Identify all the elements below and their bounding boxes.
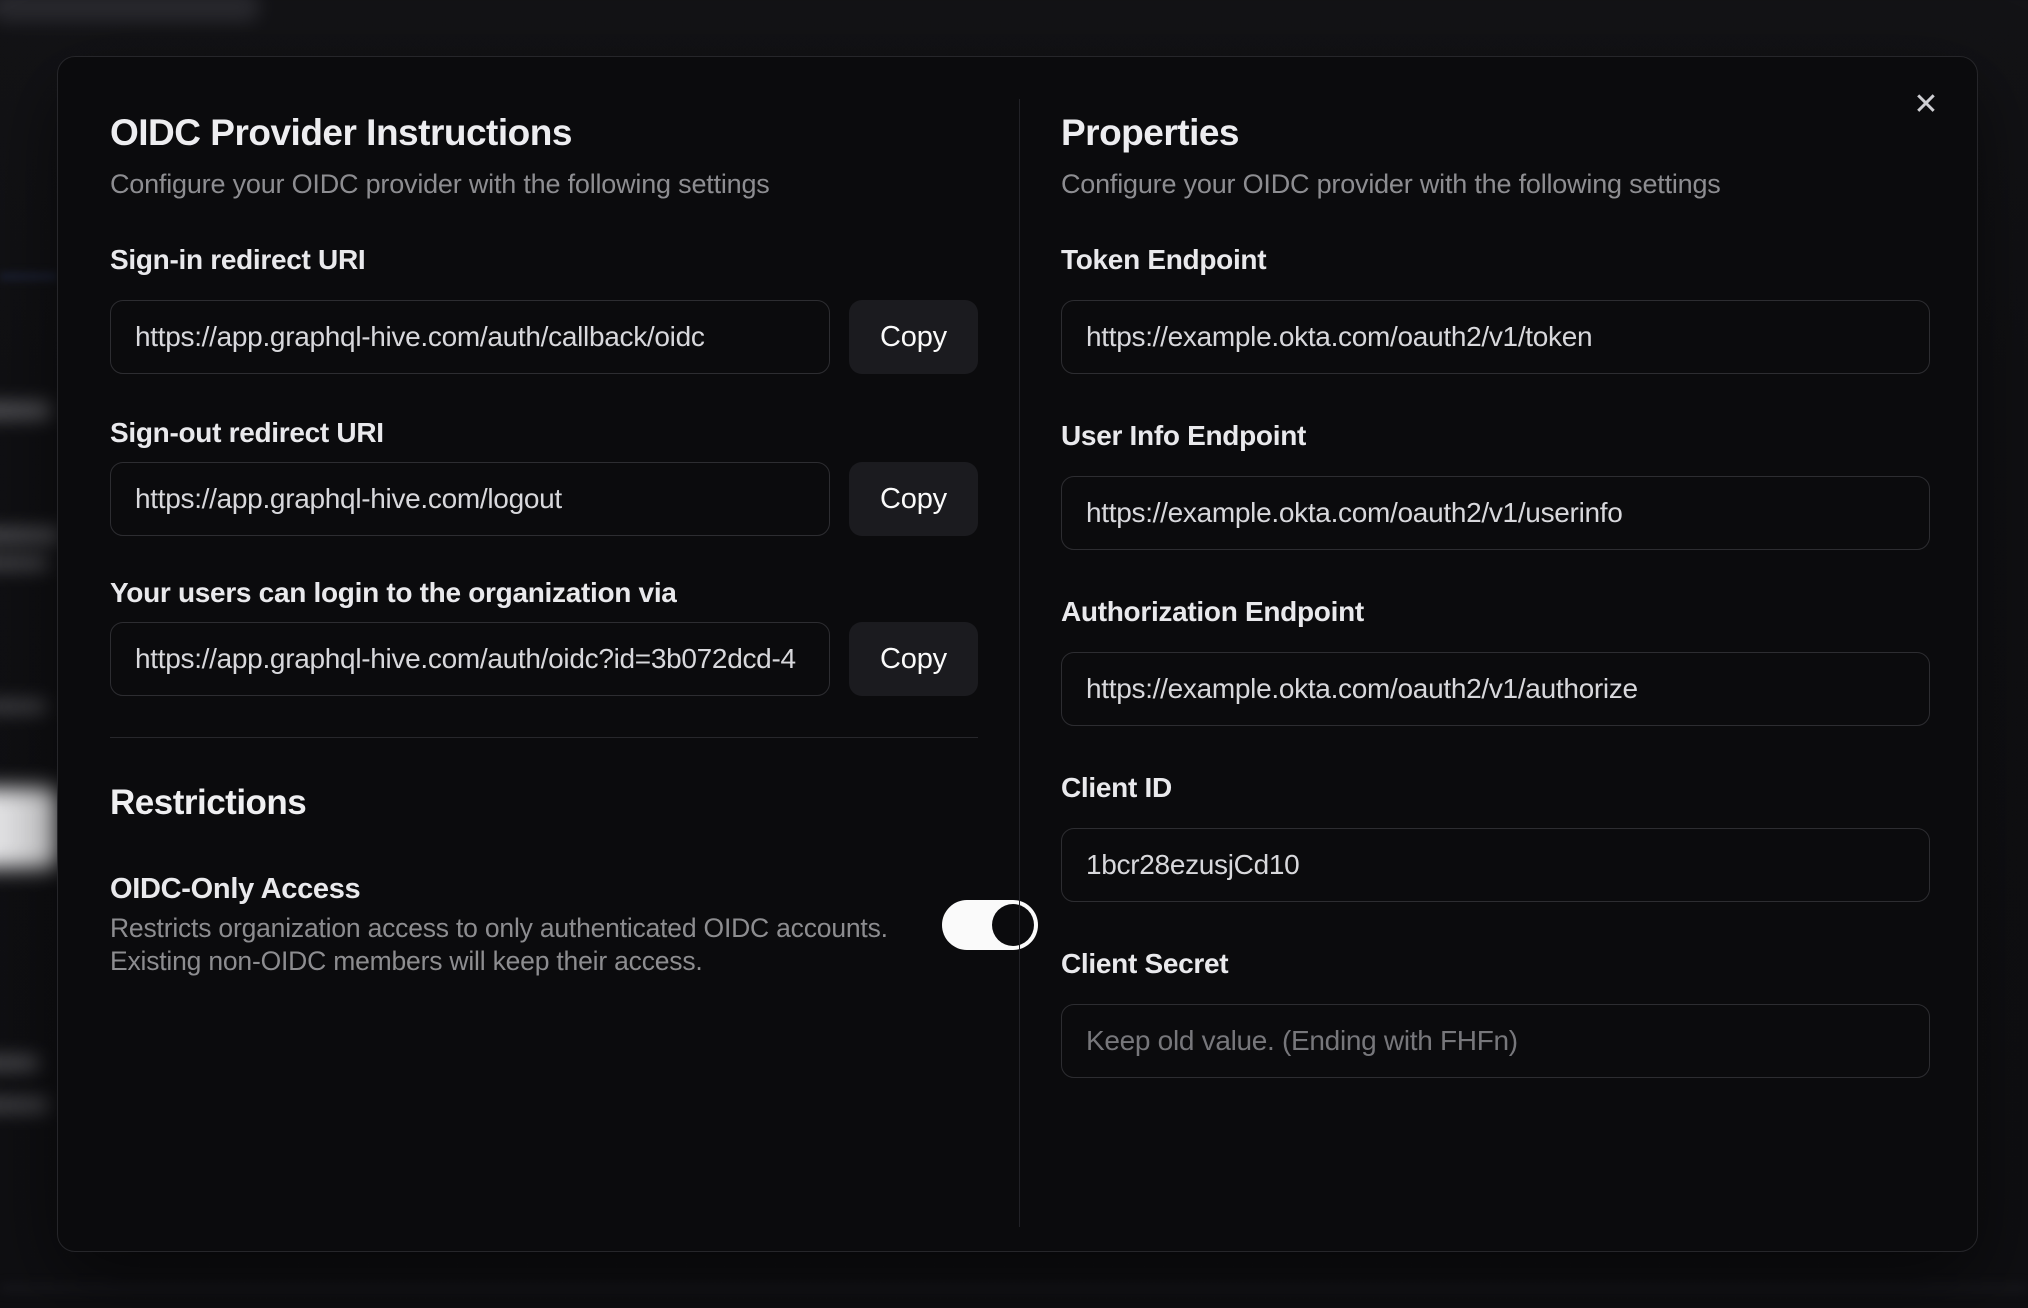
- oidc-only-access-description: Restricts organization access to only au…: [110, 913, 888, 943]
- authorization-endpoint-label: Authorization Endpoint: [1061, 596, 1364, 627]
- properties-subtitle: Configure your OIDC provider with the fo…: [1061, 169, 1721, 199]
- properties-title: Properties: [1061, 112, 1240, 153]
- client-secret-input[interactable]: [1061, 1004, 1930, 1078]
- backdrop-blur-fragment: [0, 1098, 48, 1112]
- copy-sign-in-uri-button[interactable]: Copy: [849, 300, 978, 374]
- user-info-endpoint-label: User Info Endpoint: [1061, 420, 1307, 451]
- token-endpoint-input[interactable]: [1061, 300, 1930, 374]
- section-divider: [110, 737, 978, 738]
- backdrop-blur-fragment: [0, 0, 260, 22]
- copy-org-login-url-button[interactable]: Copy: [849, 622, 978, 696]
- backdrop-blur-fragment: [0, 1056, 38, 1070]
- backdrop-blur-fragment: [0, 700, 46, 713]
- sign-out-redirect-uri-label: Sign-out redirect URI: [110, 417, 384, 448]
- copy-sign-out-uri-button[interactable]: Copy: [849, 462, 978, 536]
- token-endpoint-label: Token Endpoint: [1061, 244, 1267, 275]
- org-login-url-label: Your users can login to the organization…: [110, 577, 677, 608]
- user-info-endpoint-input[interactable]: [1061, 476, 1930, 550]
- client-id-input[interactable]: [1061, 828, 1930, 902]
- backdrop-blur-button-fragment: [0, 788, 58, 868]
- restrictions-title: Restrictions: [110, 783, 307, 822]
- instructions-title: OIDC Provider Instructions: [110, 112, 572, 153]
- client-id-label: Client ID: [1061, 772, 1172, 803]
- instructions-subtitle: Configure your OIDC provider with the fo…: [110, 169, 770, 199]
- backdrop-blur-fragment: [0, 272, 57, 281]
- toggle-knob: [992, 904, 1034, 946]
- sign-in-redirect-uri-label: Sign-in redirect URI: [110, 244, 366, 275]
- oidc-only-access-toggle[interactable]: [942, 900, 1038, 950]
- backdrop-blur-fragment: [0, 528, 60, 543]
- oidc-only-access-label: OIDC-Only Access: [110, 873, 361, 905]
- oidc-provider-dialog: ✕ OIDC Provider Instructions Configure y…: [57, 56, 1978, 1252]
- oidc-only-access-description: Existing non-OIDC members will keep thei…: [110, 946, 703, 976]
- authorization-endpoint-input[interactable]: [1061, 652, 1930, 726]
- sign-out-redirect-uri-input[interactable]: [110, 462, 830, 536]
- backdrop-blur-fragment: [0, 1284, 2028, 1292]
- column-divider: [1019, 99, 1020, 1227]
- sign-in-redirect-uri-input[interactable]: [110, 300, 830, 374]
- backdrop-blur-fragment: [0, 402, 50, 419]
- org-login-url-input[interactable]: [110, 622, 830, 696]
- client-secret-label: Client Secret: [1061, 948, 1229, 979]
- backdrop-blur-fragment: [0, 556, 48, 570]
- close-icon[interactable]: ✕: [1900, 79, 1952, 131]
